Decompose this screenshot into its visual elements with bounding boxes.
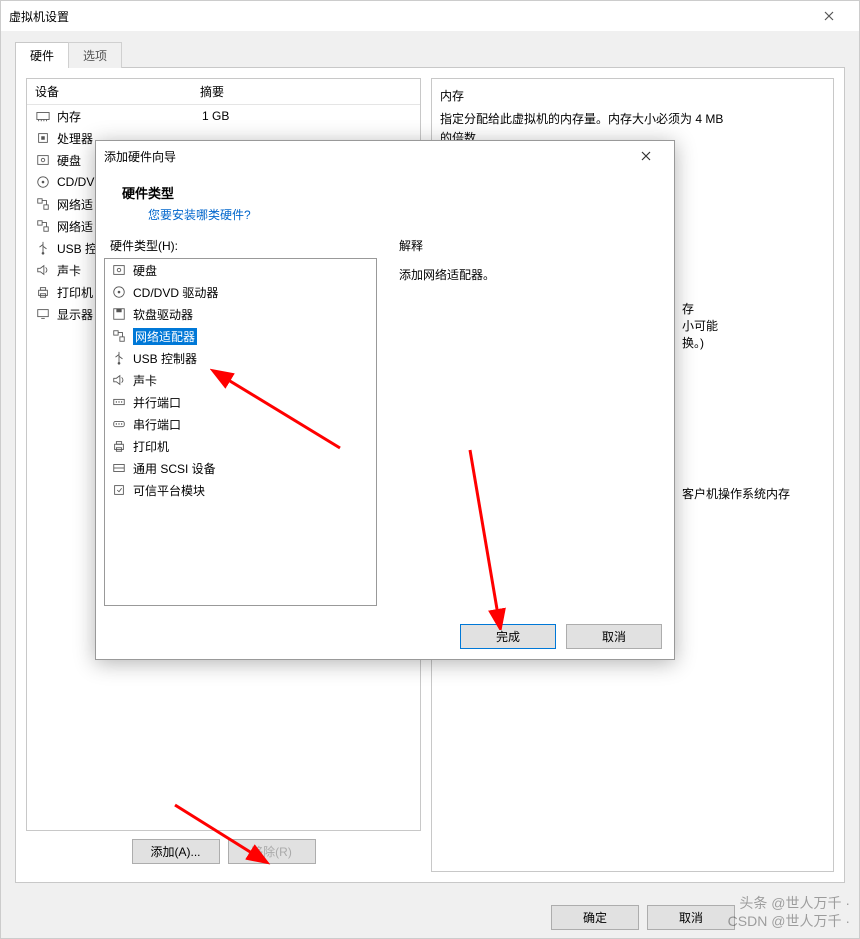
memory-section-title: 内存 <box>440 87 825 104</box>
explain-section: 解释 添加网络适配器。 <box>393 233 666 606</box>
hw-item-label: 打印机 <box>133 438 169 455</box>
cpu-icon <box>35 130 51 146</box>
hw-item-disk[interactable]: 硬盘 <box>105 259 376 281</box>
hw-item-label: 通用 SCSI 设备 <box>133 460 216 477</box>
hw-item-serial[interactable]: 串行端口 <box>105 413 376 435</box>
add-remove-row: 添加(A)... 移除(R) <box>26 831 421 872</box>
close-icon <box>824 11 834 21</box>
printer-icon <box>35 284 51 300</box>
tab-hardware[interactable]: 硬件 <box>15 42 69 68</box>
hw-item-label: 可信平台模块 <box>133 482 205 499</box>
wizard-header-sub: 您要安装哪类硬件? <box>148 206 648 223</box>
floppy-icon <box>111 306 127 322</box>
hw-item-floppy[interactable]: 软盘驱动器 <box>105 303 376 325</box>
header-summary[interactable]: 摘要 <box>192 79 420 104</box>
close-icon <box>641 151 651 161</box>
hw-item-label: CD/DVD 驱动器 <box>133 284 218 301</box>
hw-list-section: 硬件类型(H): 硬盘 CD/DVD 驱动器软盘驱动器网络适配器 USB 控制器声卡… <box>104 233 377 606</box>
title-bar: 虚拟机设置 <box>1 1 859 31</box>
scsi-icon <box>111 460 127 476</box>
hw-item-label: 硬盘 <box>133 262 157 279</box>
cancel-button-main[interactable]: 取消 <box>647 905 735 930</box>
hw-item-scsi[interactable]: 通用 SCSI 设备 <box>105 457 376 479</box>
hw-item-printer[interactable]: 打印机 <box>105 435 376 457</box>
finish-button[interactable]: 完成 <box>460 624 556 649</box>
tpm-icon <box>111 482 127 498</box>
wizard-close-button[interactable] <box>626 141 666 171</box>
hw-item-label: USB 控制器 <box>133 350 197 367</box>
wizard-title-bar: 添加硬件向导 <box>96 141 674 171</box>
net-icon <box>111 328 127 344</box>
add-button[interactable]: 添加(A)... <box>132 839 220 864</box>
hw-item-usb[interactable]: USB 控制器 <box>105 347 376 369</box>
device-summary: 1 GB <box>202 109 229 123</box>
add-hardware-wizard: 添加硬件向导 硬件类型 您要安装哪类硬件? 硬件类型(H): 硬盘 CD/DVD … <box>95 140 675 660</box>
memory-desc-1: 指定分配给此虚拟机的内存量。内存大小必须为 4 MB <box>440 110 825 129</box>
hw-item-cd[interactable]: CD/DVD 驱动器 <box>105 281 376 303</box>
wizard-header: 硬件类型 您要安装哪类硬件? <box>96 171 674 233</box>
explain-text: 添加网络适配器。 <box>393 258 666 291</box>
sound-icon <box>35 262 51 278</box>
remove-button: 移除(R) <box>228 839 316 864</box>
parallel-icon <box>111 394 127 410</box>
disk-icon <box>111 262 127 278</box>
hw-item-parallel[interactable]: 并行端口 <box>105 391 376 413</box>
window-title: 虚拟机设置 <box>9 8 807 25</box>
memory-icon <box>35 108 51 124</box>
usb-icon <box>35 240 51 256</box>
net-icon <box>35 218 51 234</box>
watermark-2: CSDN @世人万千 · <box>728 911 850 931</box>
explain-label: 解释 <box>393 233 666 258</box>
device-table-header: 设备 摘要 <box>27 79 420 105</box>
wizard-header-title: 硬件类型 <box>122 183 648 202</box>
wizard-title: 添加硬件向导 <box>104 148 626 165</box>
cd-icon <box>35 174 51 190</box>
hw-item-label: 串行端口 <box>133 416 181 433</box>
close-button[interactable] <box>807 1 851 31</box>
hw-list-label: 硬件类型(H): <box>104 233 377 258</box>
hw-item-sound[interactable]: 声卡 <box>105 369 376 391</box>
wizard-footer: 完成 取消 <box>96 614 674 659</box>
wizard-cancel-button[interactable]: 取消 <box>566 624 662 649</box>
watermark-1: 头条 @世人万千 · <box>739 893 850 913</box>
device-row[interactable]: 内存1 GB <box>27 105 420 127</box>
cd-icon <box>111 284 127 300</box>
printer-icon <box>111 438 127 454</box>
device-name: 内存 <box>57 108 202 125</box>
hw-item-label: 声卡 <box>133 372 157 389</box>
serial-icon <box>111 416 127 432</box>
hw-item-label: 网络适配器 <box>133 328 197 345</box>
sound-icon <box>111 372 127 388</box>
hw-list[interactable]: 硬盘 CD/DVD 驱动器软盘驱动器网络适配器 USB 控制器声卡并行端口串行端口打… <box>104 258 377 606</box>
tab-options[interactable]: 选项 <box>68 42 122 68</box>
peek-text-1: 存 小可能 换。) <box>682 300 718 351</box>
tabs-row: 硬件 选项 <box>1 31 859 67</box>
disk-icon <box>35 152 51 168</box>
hw-item-label: 软盘驱动器 <box>133 306 193 323</box>
ok-button[interactable]: 确定 <box>551 905 639 930</box>
peek-text-2: 客户机操作系统内存 <box>682 485 790 502</box>
usb-icon <box>111 350 127 366</box>
hw-item-label: 并行端口 <box>133 394 181 411</box>
hw-item-tpm[interactable]: 可信平台模块 <box>105 479 376 501</box>
hw-item-net[interactable]: 网络适配器 <box>105 325 376 347</box>
display-icon <box>35 306 51 322</box>
header-device[interactable]: 设备 <box>27 79 192 104</box>
wizard-body: 硬件类型(H): 硬盘 CD/DVD 驱动器软盘驱动器网络适配器 USB 控制器声卡… <box>96 233 674 614</box>
net-icon <box>35 196 51 212</box>
